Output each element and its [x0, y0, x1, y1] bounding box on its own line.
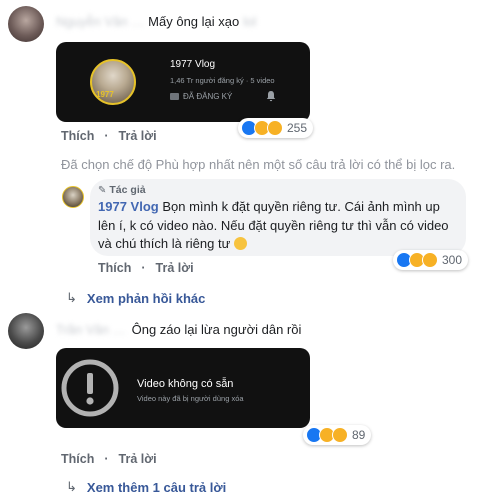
like-button-2[interactable]: Thích [61, 452, 94, 466]
comment2-text-row: Trần Văn … Ông záo lại lừa người dân rồi [56, 322, 301, 337]
channel-card[interactable]: 1977 1977 Vlog 1,46 Tr người đăng ký · 5… [56, 42, 310, 122]
comment2-body: Ông záo lại lừa người dân rồi [131, 322, 302, 337]
dot-separator: · [141, 261, 146, 275]
reply-reaction-summary[interactable]: 300 [393, 250, 469, 270]
commenter-avatar[interactable] [8, 6, 44, 42]
reply-text-1: Bọn mình k đặt quyền riêng tư. Cái ảnh m… [162, 199, 440, 214]
commenter-name-2[interactable]: Trần Văn … [56, 322, 126, 337]
sad-reaction-icon [332, 427, 348, 443]
channel-name: 1977 Vlog [170, 59, 216, 70]
reply-text-2: lên í, k có video nào. Nếu đặt quyền riê… [98, 218, 449, 233]
reaction-count: 255 [287, 121, 308, 135]
unavailable-title: Video không có sẵn [137, 378, 234, 390]
commenter-avatar-2[interactable] [8, 313, 44, 349]
reply-like-button[interactable]: Thích [98, 261, 131, 275]
author-badge: Tác giả [109, 184, 146, 196]
reply-button[interactable]: Trả lời [119, 129, 157, 143]
reaction-summary-2[interactable]: 89 [303, 425, 372, 445]
dot-separator: · [104, 452, 109, 466]
subscribed-check-icon [170, 93, 179, 100]
commenter-name[interactable]: Nguyễn Văn … [56, 14, 144, 29]
more-replies-row-1[interactable]: ↳ Xem phản hồi khác [66, 290, 205, 306]
filter-notice: Đã chọn chế độ Phù hợp nhất nên một số c… [61, 157, 456, 172]
dot-separator: · [104, 129, 109, 143]
comment-body-blurred: lol [243, 14, 257, 29]
see-more-replies-link[interactable]: Xem thêm 1 câu trả lời [87, 480, 226, 495]
warning-icon [59, 357, 121, 419]
subscribed-row: ĐÃ ĐĂNG KÝ [170, 92, 232, 101]
reply-button-2[interactable]: Trả lời [119, 452, 157, 466]
subscribed-label[interactable]: ĐÃ ĐĂNG KÝ [183, 92, 232, 101]
channel-subscribers: 1,46 Tr người đăng ký · 5 video [170, 76, 275, 85]
reply-bubble: ✎ Tác giả 1977 Vlog Bọn mình k đặt quyền… [90, 179, 466, 256]
comment2-actions: Thích · Trả lời [61, 452, 157, 466]
comment-body: Mấy ông lại xạo [148, 14, 240, 29]
reply-actions: Thích · Trả lời [98, 261, 194, 275]
haha-reaction-icon [422, 252, 438, 268]
channel-avatar-text: 1977 [96, 90, 114, 99]
smirk-emoji-icon [234, 237, 248, 250]
author-badge-icon: ✎ [98, 184, 107, 196]
reply-reaction-count: 300 [442, 253, 463, 267]
author-avatar[interactable] [62, 186, 84, 208]
reply-text-3: và chú thích là riêng tư [98, 236, 231, 251]
channel-avatar: 1977 [90, 59, 136, 105]
bell-icon[interactable] [265, 90, 277, 102]
unavailable-video-card[interactable]: Video không có sẵn Video này đã bị người… [56, 348, 310, 428]
reply-line-3: và chú thích là riêng tư [98, 236, 248, 251]
comment-text-row: Nguyễn Văn … Mấy ông lại xạo lol [56, 14, 256, 29]
see-other-replies-link[interactable]: Xem phản hồi khác [87, 291, 205, 306]
reply-reply-button[interactable]: Trả lời [156, 261, 194, 275]
unavailable-subtitle: Video này đã bị người dùng xóa [137, 394, 244, 403]
reaction-count-2: 89 [352, 428, 366, 442]
author-badge-row: ✎ Tác giả [98, 184, 146, 196]
like-button[interactable]: Thích [61, 129, 94, 143]
reply-arrow-icon: ↳ [66, 290, 77, 305]
author-name[interactable]: 1977 Vlog [98, 199, 159, 214]
reply-arrow-icon: ↳ [66, 479, 77, 494]
reply-line-1: 1977 Vlog Bọn mình k đặt quyền riêng tư.… [98, 199, 440, 214]
reaction-summary[interactable]: 255 [238, 118, 314, 138]
more-replies-row-2[interactable]: ↳ Xem thêm 1 câu trả lời [66, 479, 226, 495]
comment-actions: Thích · Trả lời [61, 129, 157, 143]
sad-reaction-icon [267, 120, 283, 136]
